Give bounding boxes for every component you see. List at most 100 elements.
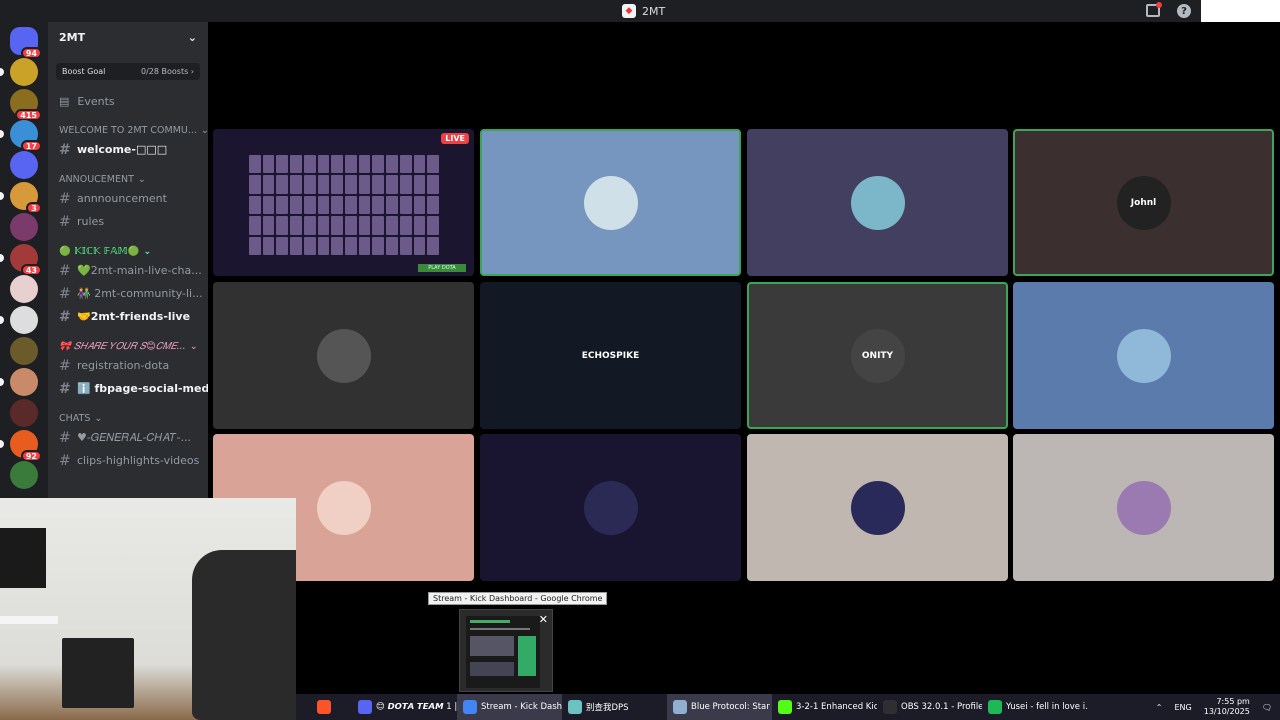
app-icon xyxy=(463,700,477,714)
taskbar-apps: 😊 𝘿𝙊𝙏𝘼 𝙏𝙀𝘼𝙈 1 | ... Stream - Kick Dash...… xyxy=(296,694,1087,720)
taskbar-app-button[interactable]: 别查我DPS xyxy=(562,694,667,720)
avatar: Johnl xyxy=(1116,175,1171,230)
clock-time: 7:55 pm xyxy=(1216,697,1250,706)
server-sleepy-icon[interactable] xyxy=(10,337,38,365)
avatar-label: Johnl xyxy=(1130,197,1157,208)
taskbar-app-button[interactable]: Blue Protocol: Star ... xyxy=(667,694,772,720)
preview-thumbnail[interactable] xyxy=(466,616,540,688)
participant-tile[interactable] xyxy=(480,434,741,581)
taskbar-app-button[interactable]: Stream - Kick Dash... xyxy=(457,694,562,720)
hash-icon: # xyxy=(59,262,71,279)
server-cat-icon[interactable] xyxy=(10,275,38,303)
server-4-icon[interactable]: 43 xyxy=(0,244,42,276)
participant-tile[interactable]: ONITY xyxy=(747,282,1008,429)
taskbar-app-label: Yusei - fell in love i... xyxy=(1006,702,1087,712)
participant-tile[interactable] xyxy=(1013,434,1274,581)
channel-item[interactable]: # ℹ️ fbpage-social-medi... xyxy=(48,377,208,400)
avatar xyxy=(850,480,905,535)
stream-tile[interactable]: LIVE PLAY DOTA xyxy=(213,129,474,276)
channel-name: 🤝2mt-friends-live xyxy=(77,310,191,323)
category-header[interactable]: WELCOME TO 2MT COMMU... ⌄ xyxy=(48,122,208,138)
avatar xyxy=(583,175,638,230)
avatar: ONITY xyxy=(850,328,905,383)
participant-tile[interactable] xyxy=(747,434,1008,581)
stream-preview xyxy=(249,155,439,255)
taskbar-app-label: Stream - Kick Dash... xyxy=(481,702,562,712)
taskbar-app-button[interactable]: OBS 32.0.1 - Profile... xyxy=(877,694,982,720)
channel-name: 💚2mt-main-live-cha... xyxy=(77,264,202,277)
channel-item[interactable]: # 💚2mt-main-live-cha... xyxy=(48,259,208,282)
window-title: ◆ 2MT xyxy=(622,3,665,19)
participant-tile[interactable] xyxy=(1013,282,1274,429)
chevron-down-icon: ⌄ xyxy=(200,124,208,136)
server-folder-icon[interactable] xyxy=(10,151,38,179)
avatar xyxy=(316,480,371,535)
participant-tile[interactable]: ECHOSPIKE xyxy=(480,282,741,429)
channel-name: welcome-□□□ xyxy=(77,143,168,156)
server-3-icon[interactable] xyxy=(10,213,38,241)
taskbar-app-button[interactable]: Yusei - fell in love i... xyxy=(982,694,1087,720)
webcam-chair xyxy=(192,550,296,720)
channel-item[interactable]: # 🤝2mt-friends-live xyxy=(48,305,208,328)
system-tray: ⌃ ENG 7:55 pm 13/10/2025 🗨 xyxy=(1156,694,1280,720)
title-bar: ◆ 2MT ? xyxy=(0,0,1280,22)
chevron-down-icon: ⌄ xyxy=(143,245,152,257)
server-header[interactable]: 2MT ⌄ xyxy=(48,22,208,52)
server-juicy-icon[interactable] xyxy=(0,58,38,86)
help-icon[interactable]: ? xyxy=(1177,4,1191,18)
live-badge: LIVE xyxy=(441,133,469,144)
taskbar-preview[interactable]: ✕ xyxy=(459,609,553,692)
channel-item[interactable]: # clips-highlights-videos xyxy=(48,449,208,472)
category-label: ANNOUCEMENT xyxy=(59,173,134,185)
notification-icon[interactable]: 🗨 xyxy=(1262,703,1272,712)
channel-item[interactable]: # ♥-𝐺𝐸𝑁𝐸𝑅𝐴𝐿-𝐶𝐻𝐴𝑇-... xyxy=(48,426,208,449)
participant-tile[interactable] xyxy=(480,129,741,276)
clock-date: 13/10/2025 xyxy=(1203,707,1250,716)
server-man-icon[interactable] xyxy=(0,368,38,396)
video-stage: LIVE PLAY DOTA Johnl ECHOSPIKE ONITY xyxy=(208,22,1280,694)
channel-item[interactable]: # welcome-□□□ xyxy=(48,138,208,161)
server-dark-icon[interactable] xyxy=(10,399,38,427)
taskbar-app-button[interactable]: 3-2-1 Enhanced Kic... xyxy=(772,694,877,720)
close-icon[interactable]: ✕ xyxy=(539,613,548,626)
server-gold-icon[interactable]: 415 xyxy=(10,89,42,121)
channel-item[interactable]: # annnouncement xyxy=(48,187,208,210)
channel-name: annnouncement xyxy=(77,192,167,205)
category-header[interactable]: ANNOUCEMENT ⌄ xyxy=(48,171,208,187)
language-indicator[interactable]: ENG xyxy=(1174,703,1191,712)
category-label: 🟢 𝕂𝕀ℂ𝕂 𝔽𝔸𝕄🟢 xyxy=(59,245,140,257)
taskbar-app-button[interactable] xyxy=(296,694,352,720)
discord-home-icon[interactable]: 94 xyxy=(10,27,42,59)
server-blue-icon[interactable]: 17 xyxy=(0,120,42,152)
server-2-icon[interactable]: 3 xyxy=(0,182,42,214)
server-icon: ◆ xyxy=(622,4,636,18)
channel-item[interactable]: # 👫 2mt-community-li... xyxy=(48,282,208,305)
hash-icon: # xyxy=(59,429,71,446)
boost-goal[interactable]: Boost Goal 0/28 Boosts › xyxy=(56,63,200,80)
taskbar-app-label: Blue Protocol: Star ... xyxy=(691,702,772,712)
server-gm-icon[interactable] xyxy=(0,306,38,334)
channel-item[interactable]: # registration-dota xyxy=(48,354,208,377)
app-icon xyxy=(883,700,897,714)
server-green-icon[interactable] xyxy=(10,461,38,489)
clock[interactable]: 7:55 pm 13/10/2025 xyxy=(1204,697,1250,717)
category-header[interactable]: 🟢 𝕂𝕀ℂ𝕂 𝔽𝔸𝕄🟢 ⌄ xyxy=(48,243,208,259)
events-label: Events xyxy=(77,94,115,108)
participant-tile[interactable]: Johnl xyxy=(1013,129,1274,276)
taskbar-app-label: 3-2-1 Enhanced Kic... xyxy=(796,702,877,712)
category-header[interactable]: CHATS ⌄ xyxy=(48,410,208,426)
taskbar-tooltip: Stream - Kick Dashboard - Google Chrome xyxy=(428,592,608,605)
taskbar-app-label: 😊 𝘿𝙊𝙏𝘼 𝙏𝙀𝘼𝙈 1 | ... xyxy=(376,702,457,712)
taskbar-app-button[interactable]: 😊 𝘿𝙊𝙏𝘼 𝙏𝙀𝘼𝙈 1 | ... xyxy=(352,694,457,720)
chevron-up-icon[interactable]: ⌃ xyxy=(1156,703,1163,712)
avatar xyxy=(583,480,638,535)
app-icon xyxy=(988,700,1002,714)
participant-tile[interactable] xyxy=(213,282,474,429)
inbox-icon[interactable] xyxy=(1146,2,1162,17)
channel-item[interactable]: # rules xyxy=(48,210,208,233)
category-header[interactable]: 🎀 𝑆𝐻𝐴𝑅𝐸 𝑌𝑂𝑈𝑅 𝑆😊𝐶𝑀𝐸... ⌄ xyxy=(48,338,208,354)
events-item[interactable]: ▤ Events xyxy=(48,90,208,112)
app-icon xyxy=(317,700,331,714)
participant-tile[interactable] xyxy=(747,129,1008,276)
server-orange-icon[interactable]: 92 xyxy=(0,430,42,462)
